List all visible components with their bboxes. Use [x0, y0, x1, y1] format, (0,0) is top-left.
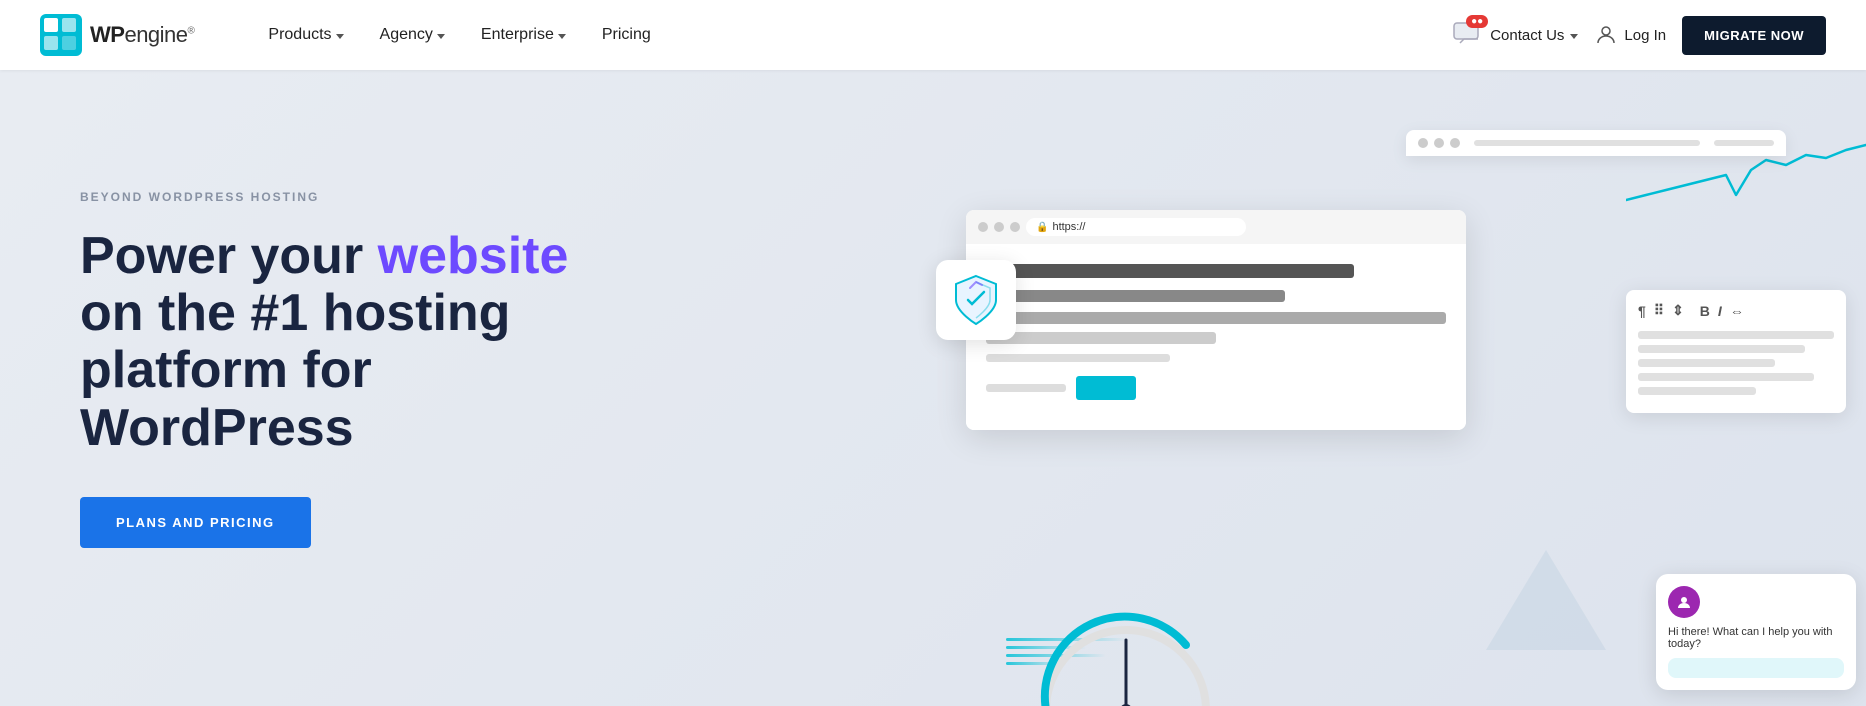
- notification-badge: ●●: [1466, 15, 1488, 28]
- content-block-dark: [986, 264, 1354, 278]
- browser-dot-1: [978, 222, 988, 232]
- browser-dot: [1434, 138, 1444, 148]
- chat-icon: ●●: [1452, 19, 1484, 51]
- plans-pricing-button[interactable]: PLANS AND PRICING: [80, 497, 311, 548]
- login-label: Log In: [1624, 27, 1666, 44]
- browser-url-bar: 🔒 https://: [1026, 218, 1246, 236]
- chat-avatar: [1668, 586, 1700, 618]
- nav-right: ●● Contact Us Log In MIGRATE NOW: [1452, 16, 1826, 55]
- hero-headline: Power your website on the #1 hosting pla…: [80, 228, 600, 457]
- contact-us-button[interactable]: ●● Contact Us: [1452, 19, 1578, 51]
- nav-item-products[interactable]: Products: [254, 18, 357, 52]
- logo[interactable]: WPengine®: [40, 14, 194, 56]
- contact-us-label: Contact Us: [1490, 27, 1564, 44]
- teal-cta-block: [1076, 376, 1136, 400]
- browser-window-main: 🔒 https://: [966, 210, 1466, 430]
- editor-line-2: [1638, 345, 1805, 353]
- grid-icon: ⠿: [1654, 302, 1664, 319]
- bold-icon: B: [1700, 303, 1710, 319]
- nav-item-pricing[interactable]: Pricing: [588, 18, 665, 52]
- editor-line-3: [1638, 359, 1775, 367]
- hero-content: BEYOND WORDPRESS HOSTING Power your webs…: [0, 70, 680, 706]
- chat-message: Hi there! What can I help you with today…: [1668, 626, 1844, 650]
- editor-line-1: [1638, 331, 1834, 339]
- chevron-down-icon: [1570, 34, 1578, 39]
- chat-widget: Hi there! What can I help you with today…: [1656, 574, 1856, 690]
- logo-text: WPengine®: [90, 22, 194, 48]
- italic-icon: I: [1718, 303, 1722, 319]
- arrows-icon: ⇕: [1672, 302, 1684, 319]
- triangle-decoration: [1486, 550, 1606, 650]
- editor-panel: ¶ ⠿ ⇕ B I ⇔: [1626, 290, 1846, 413]
- browser-content: [966, 244, 1466, 430]
- nav-items: Products Agency Enterprise Pricing: [254, 18, 1452, 52]
- user-icon: [1594, 23, 1618, 47]
- cta-stub: [986, 384, 1066, 392]
- hero-eyebrow: BEYOND WORDPRESS HOSTING: [80, 190, 600, 204]
- navigation: WPengine® Products Agency Enterprise Pri…: [0, 0, 1866, 70]
- editor-toolbar: ¶ ⠿ ⇕ B I ⇔: [1638, 302, 1834, 319]
- shield-icon: [952, 274, 1000, 326]
- nav-item-agency[interactable]: Agency: [366, 18, 459, 52]
- chat-reply-block[interactable]: [1668, 658, 1844, 678]
- paragraph-icon: ¶: [1638, 303, 1646, 319]
- shield-badge: [936, 260, 1016, 340]
- link-icon: ⇔: [1730, 303, 1744, 319]
- content-block-thin: [986, 354, 1170, 362]
- browser-top-bar: [1406, 130, 1786, 156]
- lock-icon: 🔒: [1036, 222, 1048, 233]
- editor-line-4: [1638, 373, 1814, 381]
- chevron-down-icon: [437, 34, 445, 39]
- agent-icon: [1676, 594, 1692, 610]
- url-bar-stub2: [1714, 140, 1774, 146]
- url-bar-stub: [1474, 140, 1700, 146]
- content-block-medium: [986, 290, 1285, 302]
- browser-dot: [1450, 138, 1460, 148]
- performance-gauge: [1026, 610, 1226, 706]
- editor-line-5: [1638, 387, 1756, 395]
- logo-icon: [40, 14, 82, 56]
- content-block-light: [986, 332, 1216, 344]
- browser-bar: 🔒 https://: [966, 210, 1466, 244]
- browser-dot: [1418, 138, 1428, 148]
- browser-top: [1406, 130, 1786, 156]
- login-button[interactable]: Log In: [1594, 23, 1666, 47]
- hero-section: BEYOND WORDPRESS HOSTING Power your webs…: [0, 70, 1866, 706]
- content-block-full: [986, 312, 1446, 324]
- migrate-now-button[interactable]: MIGRATE NOW: [1682, 16, 1826, 55]
- browser-cta-row: [986, 376, 1446, 400]
- browser-dot-3: [1010, 222, 1020, 232]
- chevron-down-icon: [336, 34, 344, 39]
- chevron-down-icon: [558, 34, 566, 39]
- browser-dot-2: [994, 222, 1004, 232]
- hero-illustration: 🔒 https://: [906, 130, 1866, 706]
- nav-item-enterprise[interactable]: Enterprise: [467, 18, 580, 52]
